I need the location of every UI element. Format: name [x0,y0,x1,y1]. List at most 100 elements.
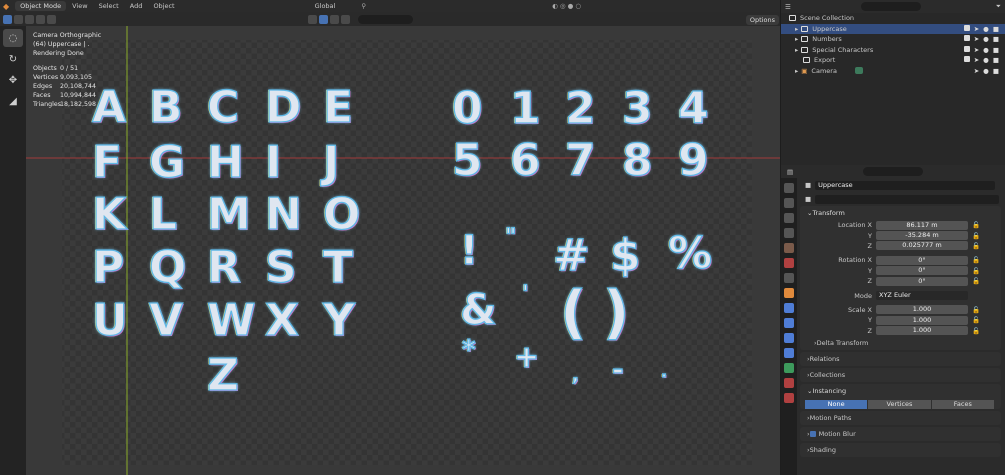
camera-render-icon[interactable]: ■ [993,67,999,75]
filter-icon[interactable]: ⏷ [996,2,1001,11]
rotation-mode-dropdown[interactable]: XYZ Euler [876,291,968,301]
render-tab-icon[interactable] [784,198,794,208]
collections-panel[interactable]: › Collections [800,367,1001,382]
glyph-special-quote[interactable]: " [504,224,517,250]
glyph-number-5[interactable]: 5 [451,134,483,186]
shading-panel[interactable]: › Shading [800,442,1001,457]
glyph-uppercase-f[interactable]: F [91,136,122,188]
select-arrow-icon[interactable]: ➤ [974,56,979,64]
glyph-uppercase-z[interactable]: Z [206,349,239,401]
scene-collection-row[interactable]: Scene Collection [781,13,1005,24]
select-subtract-icon[interactable] [25,14,34,24]
select-arrow-icon[interactable]: ➤ [974,67,979,75]
instancing-none-button[interactable]: None [805,399,868,409]
motion-blur-checkbox[interactable] [809,430,816,437]
eye-icon[interactable]: ● [983,35,989,43]
lock-icon[interactable]: 🔓 [972,256,980,264]
motion-blur-panel[interactable]: › Motion Blur [800,426,1001,441]
instancing-header[interactable]: ⌄ Instancing [800,384,1001,398]
glyph-uppercase-y[interactable]: Y [322,294,355,346]
transform-header[interactable]: ⌄ Transform [800,206,1001,220]
eye-icon[interactable]: ● [983,46,989,54]
viewport-search-input[interactable] [358,14,413,24]
glyph-uppercase-m[interactable]: M [206,188,251,240]
tool-tab-icon[interactable] [784,183,794,193]
camera-render-icon[interactable]: ■ [993,35,999,43]
blender-icon[interactable]: ◆ [3,2,9,11]
world-tab-icon[interactable] [784,258,794,268]
gizmo-icons[interactable]: ◐ ◎ ● ○ [552,2,581,10]
properties-type-icon[interactable]: ▤ [787,168,793,176]
rotate-view-icon[interactable]: ↻ [3,50,23,68]
snapping-icon[interactable]: ⚲ [361,2,366,10]
location-y-field[interactable]: -35.284 m [876,231,968,241]
select-extend-icon[interactable] [14,14,23,24]
select-box-icon[interactable] [3,14,12,24]
menu-select[interactable]: Select [99,2,119,10]
glyph-special-apostrophe[interactable]: ' [521,281,529,307]
glyph-uppercase-c[interactable]: C [206,81,240,133]
glyph-uppercase-j[interactable]: J [322,136,340,188]
menu-add[interactable]: Add [130,2,143,10]
expand-arrow-icon[interactable]: ▸ [795,25,798,33]
select-intersect-icon[interactable] [47,14,56,24]
select-arrow-icon[interactable]: ➤ [974,35,979,43]
glyph-special-paren-close[interactable]: ) [602,277,630,346]
location-z-field[interactable]: 0.025777 m [876,241,968,251]
instancing-faces-button[interactable]: Faces [931,399,994,409]
texture-tab-icon[interactable] [784,393,794,403]
select-arrow-icon[interactable]: ➤ [974,25,979,33]
scale-x-field[interactable]: 1.000 [876,305,968,315]
properties-search-input[interactable] [863,167,924,176]
glyph-uppercase-b[interactable]: B [148,81,183,133]
lock-icon[interactable]: 🔓 [972,267,980,275]
glyph-special-ampersand[interactable]: & [459,284,497,334]
glyph-number-6[interactable]: 6 [509,134,541,186]
glyph-number-4[interactable]: 4 [677,82,709,134]
glyph-uppercase-i[interactable]: I [264,136,282,188]
glyph-number-2[interactable]: 2 [564,82,596,134]
lock-icon[interactable]: 🔓 [972,242,980,250]
mode-selector[interactable]: Object Mode [15,1,67,11]
lock-icon[interactable]: 🔓 [972,221,980,229]
material-tab-icon[interactable] [784,378,794,388]
glyph-special-plus[interactable]: + [513,339,539,375]
glyph-uppercase-e[interactable]: E [322,81,353,133]
view-layer-tab-icon[interactable] [784,228,794,238]
output-tab-icon[interactable] [784,213,794,223]
relations-panel[interactable]: › Relations [800,351,1001,366]
collection-tab-icon[interactable] [784,273,794,283]
glyph-special-percent[interactable]: % [667,227,712,279]
outliner-item-uppercase[interactable]: ▸ Uppercase ➤ ● ■ [781,23,1005,34]
glyph-uppercase-v[interactable]: V [148,294,183,346]
glyph-uppercase-n[interactable]: N [264,188,302,240]
camera-render-icon[interactable]: ■ [993,56,999,64]
object-data-field[interactable] [815,194,1000,204]
glyph-uppercase-r[interactable]: R [206,241,241,293]
physics-tab-icon[interactable] [784,333,794,343]
scale-z-field[interactable]: 1.000 [876,326,968,336]
glyph-uppercase-d[interactable]: D [264,81,302,133]
glyph-number-9[interactable]: 9 [677,134,709,186]
camera-render-icon[interactable]: ■ [993,46,999,54]
filter-icon[interactable] [308,14,317,24]
glyph-uppercase-w[interactable]: W [206,294,256,346]
constraints-tab-icon[interactable] [784,348,794,358]
menu-view[interactable]: View [72,2,87,10]
data-tab-icon[interactable] [784,363,794,373]
outliner-item-special-characters[interactable]: ▸ Special Characters ➤ ● ■ [781,45,1005,56]
options-button[interactable]: Options [745,15,779,25]
outliner-item-numbers[interactable]: ▸ Numbers ➤ ● ■ [781,34,1005,45]
lock-icon[interactable]: 🔓 [972,232,980,240]
select-arrow-icon[interactable]: ➤ [974,46,979,54]
checkbox-icon[interactable] [963,35,970,42]
glyph-number-0[interactable]: 0 [451,82,483,134]
mesh-filter-icon[interactable] [330,14,339,24]
measure-icon[interactable]: ◢ [3,92,23,110]
checkbox-icon[interactable] [963,56,970,63]
lock-icon[interactable]: 🔓 [972,306,980,314]
lock-icon[interactable]: 🔓 [972,316,980,324]
menu-object[interactable]: Object [153,2,174,10]
scene-tab-icon[interactable] [784,243,794,253]
rotation-z-field[interactable]: 0° [876,276,968,286]
